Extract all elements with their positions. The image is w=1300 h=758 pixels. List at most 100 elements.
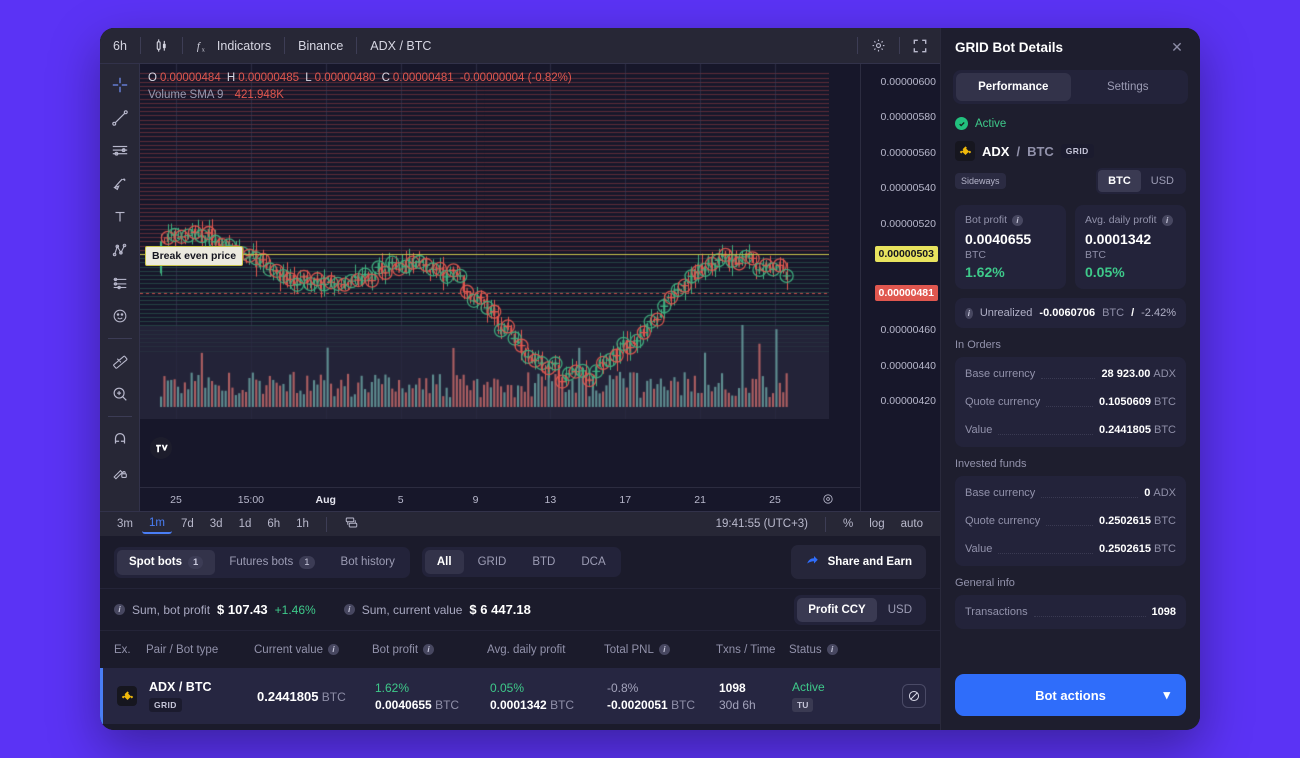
ccy-profit-ccy[interactable]: Profit CCY xyxy=(797,597,877,622)
filter-grid[interactable]: GRID xyxy=(466,550,519,574)
dotted-leader xyxy=(1046,516,1093,526)
fullscreen-button[interactable] xyxy=(900,28,940,64)
tab-spot-bots[interactable]: Spot bots 1 xyxy=(117,549,216,575)
row-pair-name: ADX / BTC xyxy=(149,680,212,695)
info-icon[interactable]: i xyxy=(826,644,838,656)
price-tick: 0.00000600 xyxy=(880,75,936,88)
price-tick: 0.00000580 xyxy=(880,111,936,124)
lock-icon[interactable] xyxy=(104,457,136,487)
row-total-pnl-abs-wrap: -0.0020051 BTC xyxy=(607,698,719,712)
profit-cards: Bot profit i 0.0040655 BTC 1.62% Avg. da… xyxy=(941,194,1200,289)
bot-actions-label: Bot actions xyxy=(1035,687,1106,703)
forecast-icon[interactable] xyxy=(104,268,136,298)
time-tick: 13 xyxy=(544,494,557,506)
tab-settings[interactable]: Settings xyxy=(1071,73,1186,101)
zoom-in-icon[interactable] xyxy=(104,379,136,409)
general-transactions-key: Transactions xyxy=(965,606,1028,618)
tf-3m[interactable]: 3m xyxy=(110,515,140,533)
dotted-leader xyxy=(998,425,1093,435)
tf-1h[interactable]: 1h xyxy=(289,515,316,533)
row-current-value-amount: 0.2441805 xyxy=(257,688,319,704)
chart-settings-button[interactable] xyxy=(858,28,899,64)
magnet-icon[interactable] xyxy=(104,424,136,454)
bots-panel: Spot bots 1 Futures bots 1 Bot history A… xyxy=(100,536,940,730)
volume-value: 421.948K xyxy=(234,89,284,101)
filter-all[interactable]: All xyxy=(424,550,464,575)
tf-3d[interactable]: 3d xyxy=(203,515,230,533)
bot-pair-base: ADX xyxy=(982,143,1010,159)
bot-profit-card-label: Bot profit xyxy=(965,214,1008,226)
info-icon[interactable]: i xyxy=(114,604,125,616)
share-and-earn-button[interactable]: Share and Earn xyxy=(790,545,926,580)
table-row[interactable]: ADX / BTC GRID 0.2441805 BTC 1.62% 0.004… xyxy=(100,668,940,725)
tf-1m[interactable]: 1m xyxy=(141,514,172,535)
tf-7d[interactable]: 7d xyxy=(174,515,201,533)
tradingview-logo-icon xyxy=(150,437,172,459)
info-icon[interactable]: i xyxy=(343,604,355,616)
bot-pair-sep: / xyxy=(1016,143,1021,159)
in-orders-base-value: 28 923.00 xyxy=(1101,368,1151,380)
th-status: Status i xyxy=(789,644,875,656)
tab-futures-bots[interactable]: Futures bots 1 xyxy=(217,550,326,575)
info-icon[interactable]: i xyxy=(965,307,973,319)
row-bot-profit-abs-wrap: 0.0040655 BTC xyxy=(375,698,490,712)
stop-icon[interactable] xyxy=(902,684,926,709)
snapshot-icon[interactable] xyxy=(337,512,366,536)
trend-line-icon[interactable] xyxy=(104,103,136,133)
brush-icon[interactable] xyxy=(104,169,136,199)
info-icon[interactable]: i xyxy=(658,644,670,656)
pattern-icon[interactable] xyxy=(104,235,136,265)
row-time: 30d 6h xyxy=(719,697,756,712)
price-axis[interactable]: 0.00000600 0.00000580 0.00000560 0.00000540… xyxy=(860,64,940,487)
bottom-divider xyxy=(825,516,827,532)
info-icon[interactable]: i xyxy=(1012,214,1024,226)
indicators-label: Indicators xyxy=(216,38,272,53)
tab-bot-history[interactable]: Bot history xyxy=(329,550,407,575)
unrealized-value: -0.0060706 xyxy=(1039,307,1096,319)
symbol-selector[interactable]: ADX / BTC xyxy=(357,28,444,64)
tab-performance[interactable]: Performance xyxy=(956,73,1071,101)
text-icon[interactable] xyxy=(104,202,136,232)
chart-type-button[interactable] xyxy=(141,28,182,64)
info-icon[interactable]: i xyxy=(423,644,435,656)
chart-legend: O 0.00000484 H 0.00000485 L 0.00000480 C 0.0… xyxy=(148,70,575,104)
info-icon[interactable]: i xyxy=(328,644,340,656)
bot-actions-button[interactable]: Bot actions ▾ xyxy=(955,674,1186,716)
auto-scale-toggle[interactable]: auto xyxy=(894,515,930,533)
crosshair-icon[interactable] xyxy=(104,70,136,100)
close-icon[interactable]: ✕ xyxy=(1168,38,1186,56)
drawing-tools-rail xyxy=(100,64,140,487)
timeframe-selector[interactable]: 6h xyxy=(100,28,140,64)
invested-funds-box: Base currency 0 ADX Quote currency 0.250… xyxy=(955,476,1186,566)
tool-divider xyxy=(107,338,132,339)
currency-usd[interactable]: USD xyxy=(1141,170,1184,192)
timezone-clock-icon[interactable] xyxy=(821,492,836,507)
last-price-tick: 0.00000481 xyxy=(874,284,938,301)
currency-btc[interactable]: BTC xyxy=(1098,170,1141,192)
th-total-pnl-label: Total PNL xyxy=(604,643,654,656)
filter-dca[interactable]: DCA xyxy=(569,550,617,574)
indicators-button[interactable]: fx Indicators xyxy=(183,28,284,64)
ruler-icon[interactable] xyxy=(104,346,136,376)
price-tick: 0.00000540 xyxy=(880,182,936,195)
share-arrow-icon xyxy=(805,553,820,571)
info-icon[interactable]: i xyxy=(1161,214,1173,226)
tf-1d[interactable]: 1d xyxy=(232,515,259,533)
horizontal-lines-icon[interactable] xyxy=(104,136,136,166)
in-orders-value-key: Value xyxy=(965,424,993,436)
close-value: 0.00000481 xyxy=(392,72,454,84)
sum-current-value: i Sum, current value $ 6 447.18 xyxy=(343,602,531,617)
price-plot[interactable]: O 0.00000484 H 0.00000485 L 0.00000480 C 0.0… xyxy=(140,64,860,487)
percent-scale-toggle[interactable]: % xyxy=(836,515,860,533)
log-scale-toggle[interactable]: log xyxy=(862,515,891,533)
time-axis[interactable]: 25 15:00 Aug 5 9 13 17 21 25 xyxy=(140,487,860,511)
th-current-value: Current value i xyxy=(254,644,372,656)
candlestick-canvas xyxy=(140,64,829,419)
tf-6h[interactable]: 6h xyxy=(260,515,287,533)
exchange-selector[interactable]: Binance xyxy=(285,28,356,64)
filter-btd[interactable]: BTD xyxy=(520,550,567,574)
emoji-icon[interactable] xyxy=(104,301,136,331)
open-label: O xyxy=(148,72,157,84)
invested-quote-currency: Quote currency 0.2502615 BTC xyxy=(965,507,1176,535)
ccy-usd[interactable]: USD xyxy=(877,598,923,622)
